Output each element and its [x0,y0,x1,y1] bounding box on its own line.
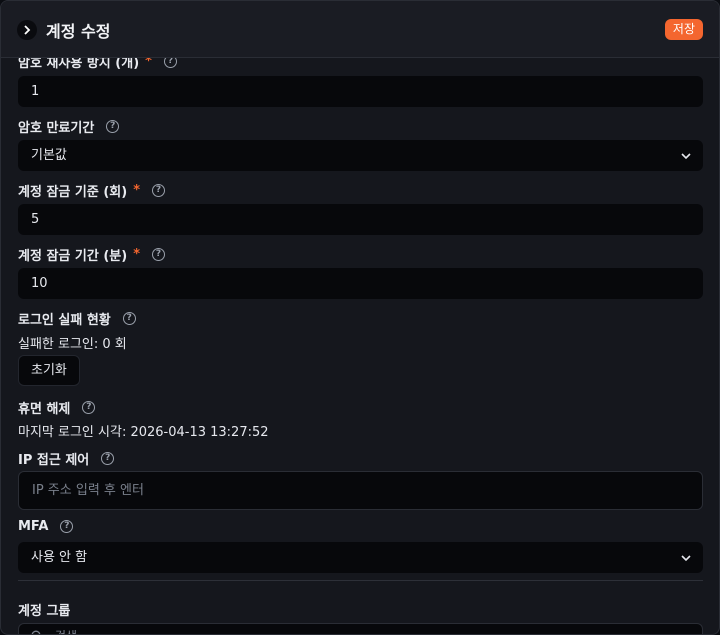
panel-header: 계정 수정 저장 [1,1,719,58]
collapse-button[interactable] [17,20,37,40]
help-icon[interactable]: ? [152,248,165,261]
help-icon[interactable]: ? [60,520,74,533]
lock-threshold-input[interactable]: 5 [18,204,703,235]
password-reuse-input[interactable]: 1 [18,76,703,107]
required-marker: * [133,183,140,198]
account-groups-label: 계정 그룹 [18,604,71,619]
edit-account-panel: 암호 재사용 방지 (개) * ? 1 암호 만료기간 ? 기본값 계정 잠금 기… [0,0,720,635]
mfa-select[interactable]: 사용 안 함 [18,542,703,573]
section-divider [18,580,703,581]
password-expiry-label: 암호 만료기간 ? [18,117,120,136]
last-login-time: 마지막 로그인 시각: 2026-04-13 13:27:52 [18,425,269,440]
chevron-down-icon [681,555,691,562]
login-failure-label: 로그인 실패 현황 ? [18,309,136,328]
help-icon[interactable]: ? [106,120,120,133]
save-button[interactable]: 저장 [664,19,703,40]
help-icon[interactable]: ? [82,401,96,414]
help-icon[interactable]: ? [101,452,115,465]
lock-threshold-label: 계정 잠금 기준 (회) * ? [18,181,165,200]
password-expiry-select[interactable]: 기본값 [18,140,703,171]
form-content[interactable]: 암호 재사용 방지 (개) * ? 1 암호 만료기간 ? 기본값 계정 잠금 기… [1,1,719,634]
ip-address-input[interactable]: IP 주소 입력 후 엔터 [18,471,703,510]
chevron-right-icon [24,25,31,35]
lock-duration-label: 계정 잠금 기간 (분) * ? [18,245,165,264]
required-marker: * [133,247,140,262]
reset-button[interactable]: 초기화 [18,355,80,386]
login-failure-status: 실패한 로그인: 0 회 [18,337,127,352]
page-title: 계정 수정 [46,22,111,41]
lock-duration-input[interactable]: 10 [18,268,703,299]
dormant-label: 휴면 해제 ? [18,398,96,417]
mfa-label: MFA ? [18,519,74,534]
help-icon[interactable]: ? [152,184,165,197]
help-icon[interactable]: ? [122,312,136,325]
chevron-down-icon [681,153,691,160]
search-icon [31,630,41,634]
ip-access-label: IP 접근 제어 ? [18,449,115,468]
group-search-input[interactable]: 검색 [18,623,703,634]
